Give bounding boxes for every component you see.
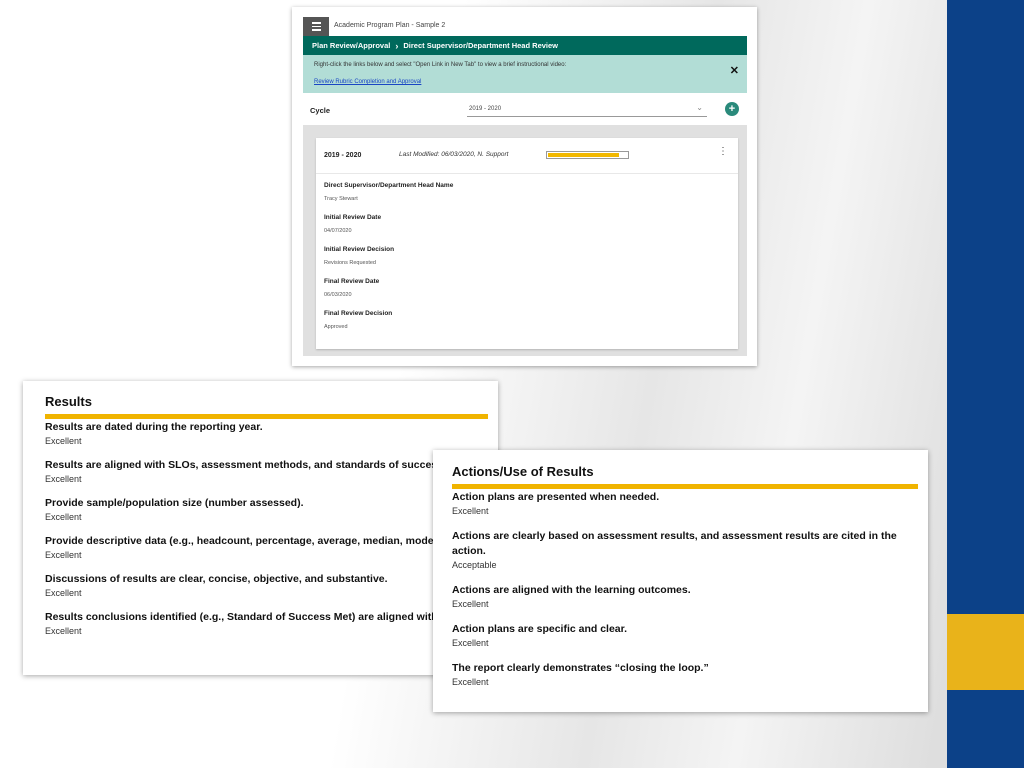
review-field-value: Approved [324, 324, 348, 330]
criterion-item: Provide descriptive data (e.g., headcoun… [45, 534, 498, 561]
review-field-value: 06/03/2020 [324, 292, 352, 298]
criterion-item: Results conclusions identified (e.g., St… [45, 610, 498, 637]
review-field-label: Direct Supervisor/Department Head Name [324, 182, 454, 189]
review-field-value: 04/07/2020 [324, 228, 352, 234]
app-window: Academic Program Plan - Sample 2 Plan Re… [292, 7, 757, 366]
results-rubric-card: Results Results are dated during the rep… [23, 381, 498, 675]
review-field: Final Review Decision Approved [324, 310, 453, 330]
criterion-item: Discussions of results are clear, concis… [45, 572, 498, 599]
cycle-card-fields: Direct Supervisor/Department Head Name Tr… [324, 182, 453, 342]
app-title: Academic Program Plan - Sample 2 [334, 22, 446, 29]
criterion-rating: Excellent [45, 474, 82, 484]
banner-text: Right-click the links below and select "… [314, 62, 567, 68]
criterion-rating: Acceptable [452, 560, 497, 570]
review-field: Initial Review Decision Revisions Request… [324, 246, 453, 266]
banner-video-link[interactable]: Review Rubric Completion and Approval [314, 79, 421, 85]
results-title: Results [45, 394, 92, 409]
criterion-title: The report clearly demonstrates “closing… [452, 662, 709, 674]
app-header: Academic Program Plan - Sample 2 [292, 7, 757, 36]
criterion-title: Action plans are presented when needed. [452, 491, 660, 503]
cycle-row: Cycle 2019 - 2020 ⌄ + [303, 101, 747, 125]
criterion-title: Action plans are specific and clear. [452, 623, 628, 635]
criterion-item: Actions are aligned with the learning ou… [452, 583, 914, 610]
review-field-label: Final Review Date [324, 278, 380, 285]
criterion-item: Provide sample/population size (number a… [45, 496, 498, 523]
chevron-right-icon: › [395, 40, 399, 51]
review-field: Direct Supervisor/Department Head Name Tr… [324, 182, 453, 202]
review-field-label: Initial Review Date [324, 214, 382, 221]
actions-rubric-card: Actions/Use of Results Action plans are … [433, 450, 928, 712]
criterion-item: Results are dated during the reporting y… [45, 420, 498, 447]
cycle-card: 2019 - 2020 Last Modified: 06/03/2020, N… [316, 138, 738, 349]
criterion-title: Actions are aligned with the learning ou… [452, 584, 691, 596]
criterion-item: Actions are clearly based on assessment … [452, 529, 914, 571]
criterion-title: Results are dated during the reporting y… [45, 421, 263, 433]
criterion-rating: Excellent [45, 626, 82, 636]
breadcrumb-item-plan-review[interactable]: Plan Review/Approval [312, 41, 390, 50]
review-field-label: Initial Review Decision [324, 246, 395, 253]
cycle-label: Cycle [310, 106, 331, 115]
hamburger-menu-icon[interactable] [303, 17, 329, 36]
progress-bar-fill [548, 153, 620, 157]
actions-criteria-list: Action plans are presented when needed. E… [452, 490, 914, 700]
criterion-title: Discussions of results are clear, concis… [45, 573, 388, 585]
criterion-item: Action plans are specific and clear. Exce… [452, 622, 914, 649]
review-field: Initial Review Date 04/07/2020 [324, 214, 453, 234]
breadcrumb-item-supervisor-review: Direct Supervisor/Department Head Review [403, 41, 558, 50]
review-field: Final Review Date 06/03/2020 [324, 278, 453, 298]
criterion-rating: Excellent [45, 436, 82, 446]
review-field-value: Revisions Requested [324, 260, 376, 266]
breadcrumb: Plan Review/Approval › Direct Supervisor… [303, 36, 747, 55]
review-field-label: Final Review Decision [324, 310, 393, 317]
criterion-item: Action plans are presented when needed. E… [452, 490, 914, 517]
criterion-item: Results are aligned with SLOs, assessmen… [45, 458, 498, 485]
criterion-title: Provide sample/population size (number a… [45, 497, 304, 509]
cycle-panel: 2019 - 2020 Last Modified: 06/03/2020, N… [303, 125, 747, 356]
last-modified-text: Last Modified: 06/03/2020, N. Support [399, 151, 509, 158]
actions-title: Actions/Use of Results [452, 464, 594, 479]
criterion-rating: Excellent [452, 599, 489, 609]
criterion-item: The report clearly demonstrates “closing… [452, 661, 914, 688]
criterion-title: Provide descriptive data (e.g., headcoun… [45, 535, 464, 547]
review-field-value: Tracy Stewart [324, 196, 358, 202]
criterion-rating: Excellent [452, 638, 489, 648]
criterion-rating: Excellent [45, 512, 82, 522]
side-accent-gold [947, 614, 1024, 690]
info-banner: Right-click the links below and select "… [303, 55, 747, 93]
cycle-selected-value: 2019 - 2020 [469, 106, 502, 112]
chevron-down-icon: ⌄ [696, 103, 703, 112]
criterion-title: Results are aligned with SLOs, assessmen… [45, 459, 446, 471]
cycle-select[interactable]: 2019 - 2020 ⌄ [467, 103, 707, 117]
more-vert-icon[interactable]: ⋮ [718, 147, 728, 157]
close-icon[interactable]: ✕ [730, 64, 739, 77]
results-criteria-list: Results are dated during the reporting y… [45, 420, 498, 648]
add-circle-icon[interactable]: + [725, 102, 739, 116]
results-gold-rule [45, 414, 488, 419]
criterion-rating: Excellent [452, 506, 489, 516]
cycle-card-header: 2019 - 2020 Last Modified: 06/03/2020, N… [316, 138, 738, 174]
criterion-rating: Excellent [45, 588, 82, 598]
cycle-card-year: 2019 - 2020 [324, 152, 362, 159]
criterion-title: Actions are clearly based on assessment … [452, 530, 897, 557]
criterion-rating: Excellent [452, 677, 489, 687]
progress-bar [546, 151, 629, 159]
actions-gold-rule [452, 484, 918, 489]
criterion-title: Results conclusions identified (e.g., St… [45, 611, 498, 623]
criterion-rating: Excellent [45, 550, 82, 560]
